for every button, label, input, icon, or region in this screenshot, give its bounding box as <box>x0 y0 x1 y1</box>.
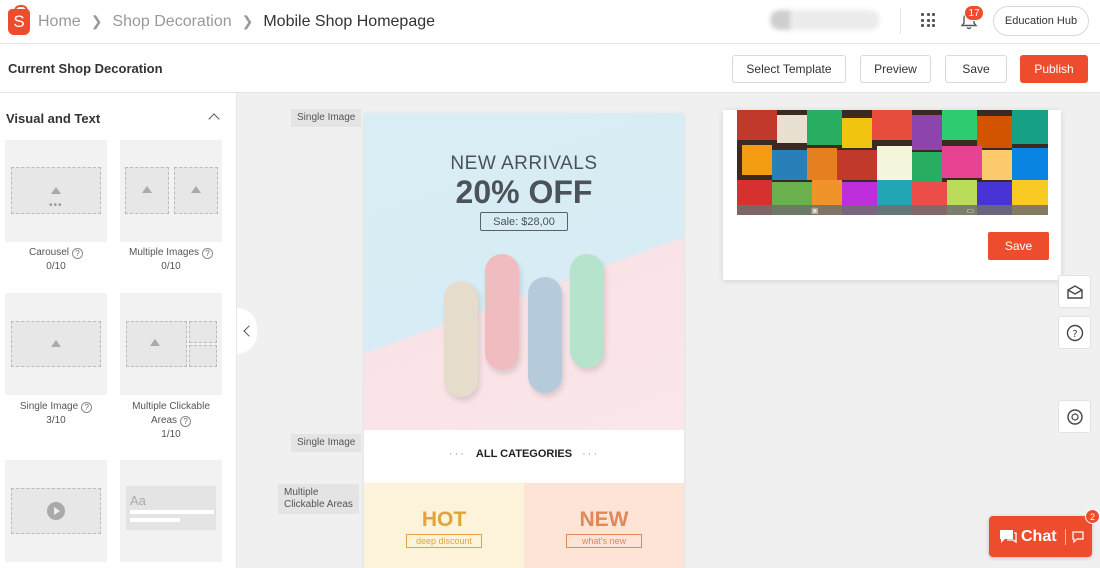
component-multiple-clickable-areas[interactable] <box>120 293 222 395</box>
mobile-preview: NEW ARRIVALS 20% OFF Sale: $28,00 ··· AL… <box>364 113 684 568</box>
categories-label: ALL CATEGORIES <box>475 448 573 460</box>
product-photo <box>737 110 1048 215</box>
expand-icon[interactable] <box>1071 530 1084 543</box>
chevron-right-icon: ❯ <box>241 13 254 29</box>
area-placeholder <box>189 321 217 343</box>
apps-grid-icon[interactable] <box>921 13 935 27</box>
replace-image-icon[interactable]: ▣ <box>737 205 893 215</box>
capsule-image <box>444 281 478 397</box>
chevron-left-icon <box>243 325 255 337</box>
component-text[interactable]: Aa <box>120 460 222 562</box>
breadcrumb-home[interactable]: Home <box>38 13 81 31</box>
support-icon[interactable] <box>1058 400 1091 433</box>
collapse-sidebar-button[interactable] <box>237 308 257 354</box>
breadcrumb: Home ❯ Shop Decoration ❯ Mobile Shop Hom… <box>38 13 435 31</box>
component-count: 3/10 <box>46 415 66 426</box>
component-video[interactable] <box>5 460 107 562</box>
component-count: 0/10 <box>161 261 181 272</box>
clickable-area-hot[interactable]: HOT deep discount <box>364 483 524 568</box>
image-icon <box>142 186 152 193</box>
component-multiple-images[interactable] <box>120 140 222 242</box>
component-count: 1/10 <box>161 429 181 440</box>
canvas-component-label[interactable]: Single Image <box>291 434 362 452</box>
uploaded-image[interactable] <box>737 110 1048 215</box>
page-toolbar: Current Shop Decoration Select Template … <box>0 44 1100 93</box>
component-carousel[interactable]: ••• <box>5 140 107 242</box>
select-template-button[interactable]: Select Template <box>732 55 846 83</box>
education-hub-button[interactable]: Education Hub <box>993 6 1089 36</box>
chat-button[interactable]: Chat 2 <box>989 509 1100 557</box>
component-label-line2: Areas? <box>112 414 230 428</box>
area-placeholder <box>189 345 217 367</box>
component-label: Multiple Images? <box>112 246 230 260</box>
help-icon[interactable]: ? <box>72 248 84 259</box>
capsule-image <box>528 277 562 393</box>
all-categories-bar[interactable]: ··· ALL CATEGORIES ··· <box>364 434 684 474</box>
publish-button[interactable]: Publish <box>1020 55 1088 83</box>
image-icon <box>191 186 201 193</box>
component-label: Single Image? <box>0 400 115 414</box>
banner-sale-price: Sale: $28,00 <box>480 212 568 231</box>
component-single-image[interactable] <box>5 293 107 395</box>
area-title: NEW <box>579 508 629 531</box>
banner-discount: 20% OFF <box>455 174 593 210</box>
breadcrumb-current: Mobile Shop Homepage <box>263 12 436 30</box>
component-count: 0/10 <box>46 261 66 272</box>
mail-icon[interactable] <box>1058 275 1091 308</box>
page-title: Current Shop Decoration <box>8 61 163 76</box>
notification-badge: 17 <box>964 5 984 21</box>
image-toolbar: ▣ ▭ <box>737 205 1048 215</box>
banner-headline: NEW ARRIVALS <box>450 153 598 174</box>
chevron-right-icon: ❯ <box>90 13 103 29</box>
text-sample: Aa <box>130 493 146 508</box>
component-label: Multiple Clickable <box>132 401 210 412</box>
single-image-banner[interactable]: NEW ARRIVALS 20% OFF Sale: $28,00 <box>364 113 684 430</box>
help-icon[interactable]: ? <box>180 416 192 427</box>
canvas-component-label[interactable]: Single Image <box>291 109 362 127</box>
image-icon <box>51 187 61 194</box>
svg-text:?: ? <box>1072 329 1077 340</box>
desktop-preview-icon[interactable]: ▭ <box>893 205 1049 215</box>
component-label: Carousel? <box>0 246 115 260</box>
carousel-dots-icon: ••• <box>49 200 63 211</box>
area-subtitle: deep discount <box>406 534 482 548</box>
chat-icon <box>1000 529 1017 543</box>
divider <box>900 8 901 34</box>
save-button[interactable]: Save <box>945 55 1007 83</box>
preview-button[interactable]: Preview <box>860 55 931 83</box>
component-sidebar: Visual and Text ••• Carousel? 0/10 Multi… <box>0 93 237 568</box>
help-icon[interactable]: ? <box>202 248 214 259</box>
area-subtitle: what's new <box>566 534 642 548</box>
capsule-image <box>485 254 519 370</box>
user-account-menu[interactable] <box>770 10 880 30</box>
capsule-image <box>570 254 604 368</box>
top-navigation-bar: S Home ❯ Shop Decoration ❯ Mobile Shop H… <box>0 0 1100 44</box>
clickable-area-new[interactable]: NEW what's new <box>524 483 684 568</box>
image-icon <box>150 339 160 346</box>
area-title: HOT <box>421 508 467 531</box>
breadcrumb-shop-decoration[interactable]: Shop Decoration <box>112 13 231 31</box>
card-save-button[interactable]: Save <box>988 232 1049 260</box>
image-icon <box>51 340 61 347</box>
shopee-logo[interactable]: S <box>8 4 30 35</box>
canvas-component-label[interactable]: Multiple Clickable Areas <box>278 484 359 514</box>
chevron-up-icon[interactable] <box>208 113 220 125</box>
chat-badge: 2 <box>1085 509 1100 524</box>
play-icon <box>47 502 65 520</box>
section-title: Visual and Text <box>6 111 101 126</box>
help-icon[interactable]: ? <box>81 402 93 413</box>
help-icon[interactable]: ? <box>1058 316 1091 349</box>
